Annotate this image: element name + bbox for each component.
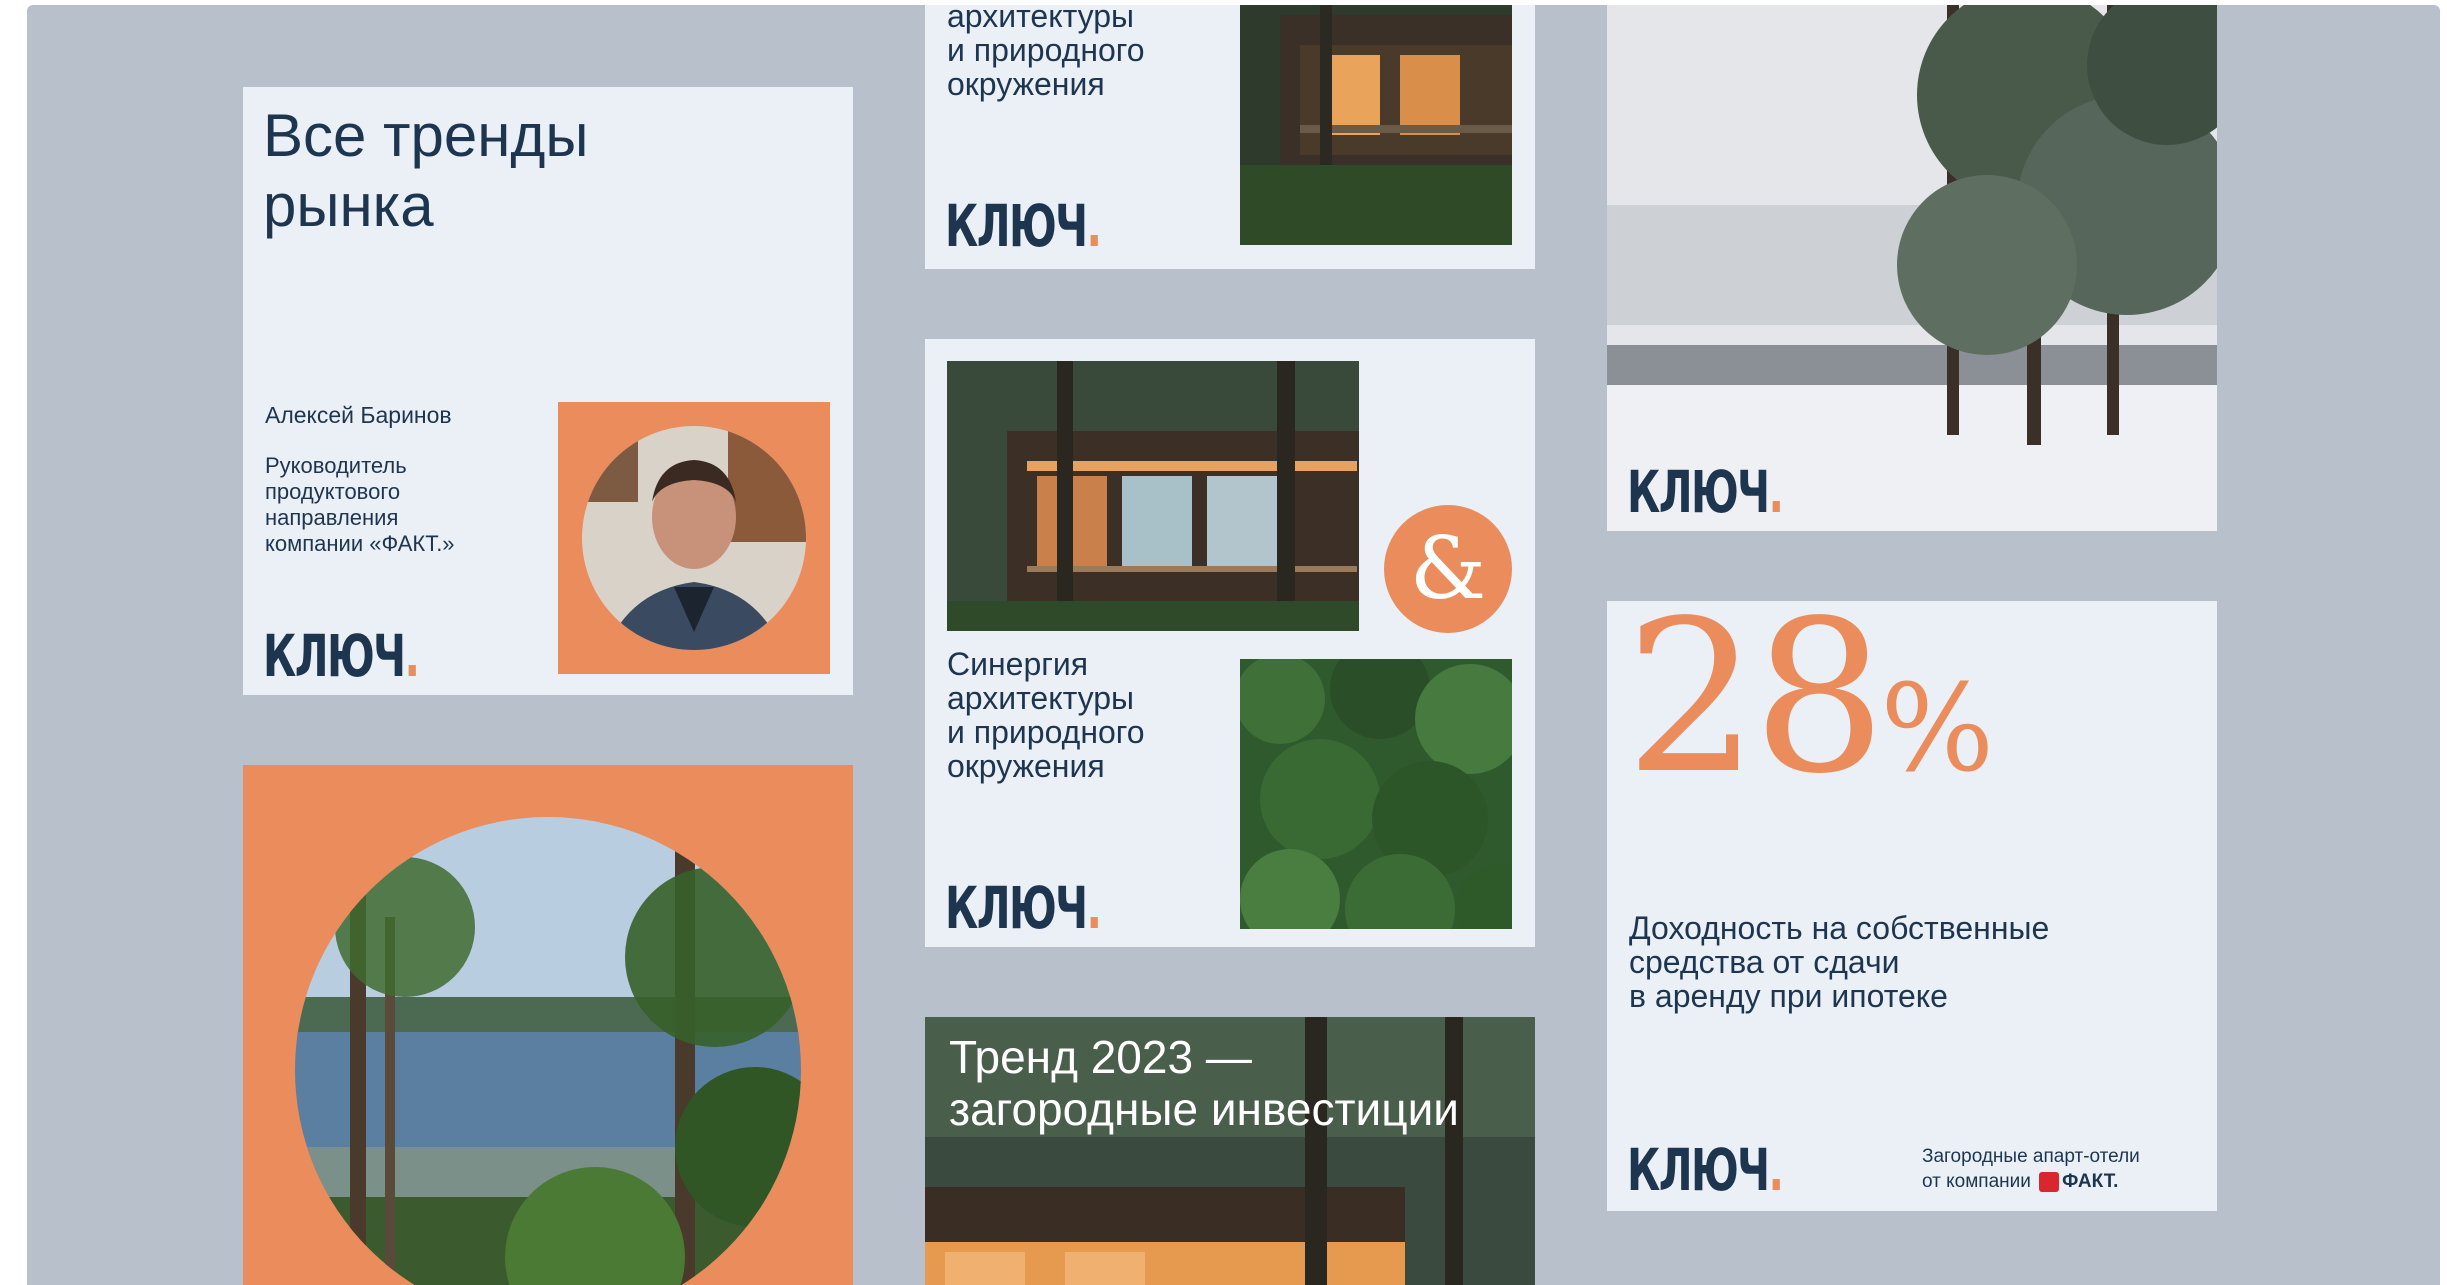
partial-text: архитектуры и природного окружения [947,5,1145,102]
logo: КЛЮЧ. [945,874,1102,942]
pine-canopy-photo [1240,659,1512,929]
card-yield: 28% Доходность на собственные средства о… [1607,601,2217,1211]
fact-logo-icon [2039,1171,2060,1192]
person-name: Алексей Баринов [265,402,452,428]
logo: КЛЮЧ. [1627,1136,1784,1204]
photo-forest-house [1240,5,1512,245]
portrait-panel [558,402,830,674]
ampersand-badge: & [1384,505,1512,633]
logo: КЛЮЧ. [945,192,1102,260]
winter-lake-photo [1607,5,2217,531]
photo-winter-lake [1607,5,2217,531]
logo: КЛЮЧ. [263,622,420,690]
trend2023-title: Тренд 2023 — загородные инвестиции [949,1031,1459,1135]
moodboard: Все тренды рынка Алексей Баринов Руковод… [27,5,2440,1285]
card-synergy: & Синергия архитектуры и природного окру… [925,339,1535,947]
person-role: Руководитель продуктового направления ко… [265,453,455,556]
photo-lake-circle [295,817,801,1285]
house-photo-top [1240,5,1512,245]
portrait-photo [582,426,806,650]
logo: КЛЮЧ. [1627,458,1784,526]
card-trend2023: Тренд 2023 — загородные инвестиции [925,1017,1535,1285]
yield-footer: Загородные апарт-отели от компании ФАКТ. [1922,1146,2140,1192]
synergy-text: Синергия архитектуры и природного окруже… [947,646,1145,784]
card-trends: Все тренды рынка Алексей Баринов Руковод… [243,87,853,695]
lake-circle-photo [295,817,801,1285]
yield-text: Доходность на собственные средства от сд… [1629,910,2050,1014]
house-photo [947,361,1359,631]
photo-pine-canopy [1240,659,1512,929]
yield-number: 28% [1625,601,1995,820]
photo-forest-house [947,361,1359,631]
card-winter: КЛЮЧ. [1607,5,2217,531]
card-top-partial: архитектуры и природного окружения КЛЮЧ. [925,5,1535,269]
card-lake [243,765,853,1285]
trends-title: Все тренды рынка [263,102,589,239]
